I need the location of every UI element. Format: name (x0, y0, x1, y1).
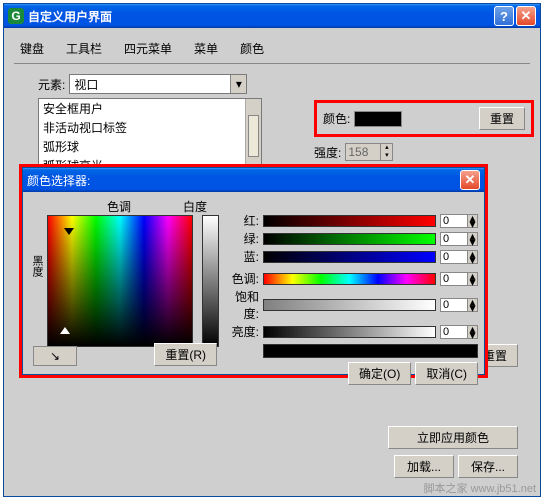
picker-body: 色调 白度 黑度 ↘ 重置(R) 红: ▴▾ 绿: ▴▾ 蓝: ▴▾ 色调: ▴▾ 饱和… (23, 192, 484, 374)
spinner-arrows[interactable]: ▴▾ (468, 214, 478, 228)
list-item[interactable]: 非活动视口标签 (39, 118, 261, 137)
v-label: 亮度: (225, 323, 259, 340)
h-label: 色调: (225, 270, 259, 287)
tab-quadmenu[interactable]: 四元菜单 (120, 38, 176, 59)
hue-label: 色调 (33, 198, 175, 215)
cancel-button[interactable]: 取消(C) (415, 362, 478, 385)
spinner-arrows[interactable]: ▴▾ (468, 298, 478, 312)
hue-area: 色调 白度 黑度 ↘ 重置(R) (29, 198, 219, 368)
list-item[interactable]: 安全框用户 (39, 99, 261, 118)
bottom-buttons: 立即应用颜色 加载... 保存... (388, 426, 518, 478)
eyedropper-icon[interactable]: ↘ (33, 346, 77, 366)
green-input[interactable] (440, 232, 468, 246)
picker-close-button[interactable]: ✕ (460, 170, 480, 190)
hue-field[interactable] (47, 215, 193, 347)
val-input[interactable] (440, 325, 468, 339)
val-slider[interactable] (263, 326, 436, 338)
s-label: 饱和度: (225, 288, 259, 322)
element-combo-input[interactable] (70, 75, 230, 93)
g-label: 绿: (225, 230, 259, 247)
close-button[interactable]: ✕ (516, 6, 536, 26)
tab-keyboard[interactable]: 键盘 (16, 38, 48, 59)
r-label: 红: (225, 212, 259, 229)
load-button[interactable]: 加载... (394, 455, 454, 478)
blue-input[interactable] (440, 250, 468, 264)
main-titlebar[interactable]: G 自定义用户界面 ? ✕ (4, 4, 540, 28)
hue-marker-top[interactable] (64, 228, 74, 235)
black-label: 黑度 (29, 215, 45, 277)
intensity-label: 强度: (314, 144, 341, 161)
color-swatch[interactable] (354, 111, 402, 127)
color-label: 颜色: (323, 110, 350, 127)
red-input[interactable] (440, 214, 468, 228)
element-combo[interactable]: ▾ (69, 74, 247, 94)
color-swatch-group: 颜色: 重置 (314, 100, 534, 137)
hue-slider[interactable] (263, 273, 436, 285)
tab-menu[interactable]: 菜单 (190, 38, 222, 59)
red-slider[interactable] (263, 215, 436, 227)
sat-input[interactable] (440, 298, 468, 312)
hue-input[interactable] (440, 272, 468, 286)
app-icon: G (8, 8, 24, 24)
window-title: 自定义用户界面 (28, 8, 494, 25)
slider-panel: 红:▴▾ 绿:▴▾ 蓝:▴▾ 色调:▴▾ 饱和度:▴▾ 亮度:▴▾ 确定(O) … (225, 198, 478, 368)
picker-reset-button[interactable]: 重置(R) (154, 343, 217, 366)
tab-bar: 键盘 工具栏 四元菜单 菜单 颜色 (14, 34, 530, 64)
spinner-arrows[interactable]: ▴▾ (468, 250, 478, 264)
spinner-arrows[interactable]: ▴▾ (468, 325, 478, 339)
list-item[interactable]: 弧形球 (39, 137, 261, 156)
color-picker-dialog: 颜色选择器: ✕ 色调 白度 黑度 ↘ 重置(R) 红: ▴▾ 绿: ▴▾ (22, 167, 485, 375)
spinner-arrows[interactable]: ▴▾ (468, 272, 478, 286)
chevron-down-icon[interactable]: ▾ (230, 75, 246, 93)
element-label: 元素: (38, 76, 65, 93)
intensity-input[interactable] (345, 143, 381, 161)
b-label: 蓝: (225, 248, 259, 265)
hue-marker-bottom[interactable] (60, 327, 70, 334)
tab-color[interactable]: 颜色 (236, 38, 268, 59)
color-preview (263, 344, 478, 358)
picker-title: 颜色选择器: (27, 172, 460, 189)
whiteness-slider[interactable] (202, 215, 219, 347)
reset-button[interactable]: 重置 (479, 107, 525, 130)
save-button[interactable]: 保存... (458, 455, 518, 478)
picker-titlebar[interactable]: 颜色选择器: ✕ (23, 168, 484, 192)
intensity-spinner[interactable]: ▴▾ (345, 143, 393, 161)
watermark: 脚本之家 www.jb51.net (424, 480, 536, 496)
tab-toolbar[interactable]: 工具栏 (62, 38, 106, 59)
spinner-arrows[interactable]: ▴▾ (381, 143, 393, 161)
spinner-arrows[interactable]: ▴▾ (468, 232, 478, 246)
white-label: 白度 (175, 198, 215, 215)
blue-slider[interactable] (263, 251, 436, 263)
sat-slider[interactable] (263, 299, 436, 311)
apply-button[interactable]: 立即应用颜色 (388, 426, 518, 449)
green-slider[interactable] (263, 233, 436, 245)
ok-button[interactable]: 确定(O) (348, 362, 411, 385)
help-button[interactable]: ? (494, 6, 514, 26)
